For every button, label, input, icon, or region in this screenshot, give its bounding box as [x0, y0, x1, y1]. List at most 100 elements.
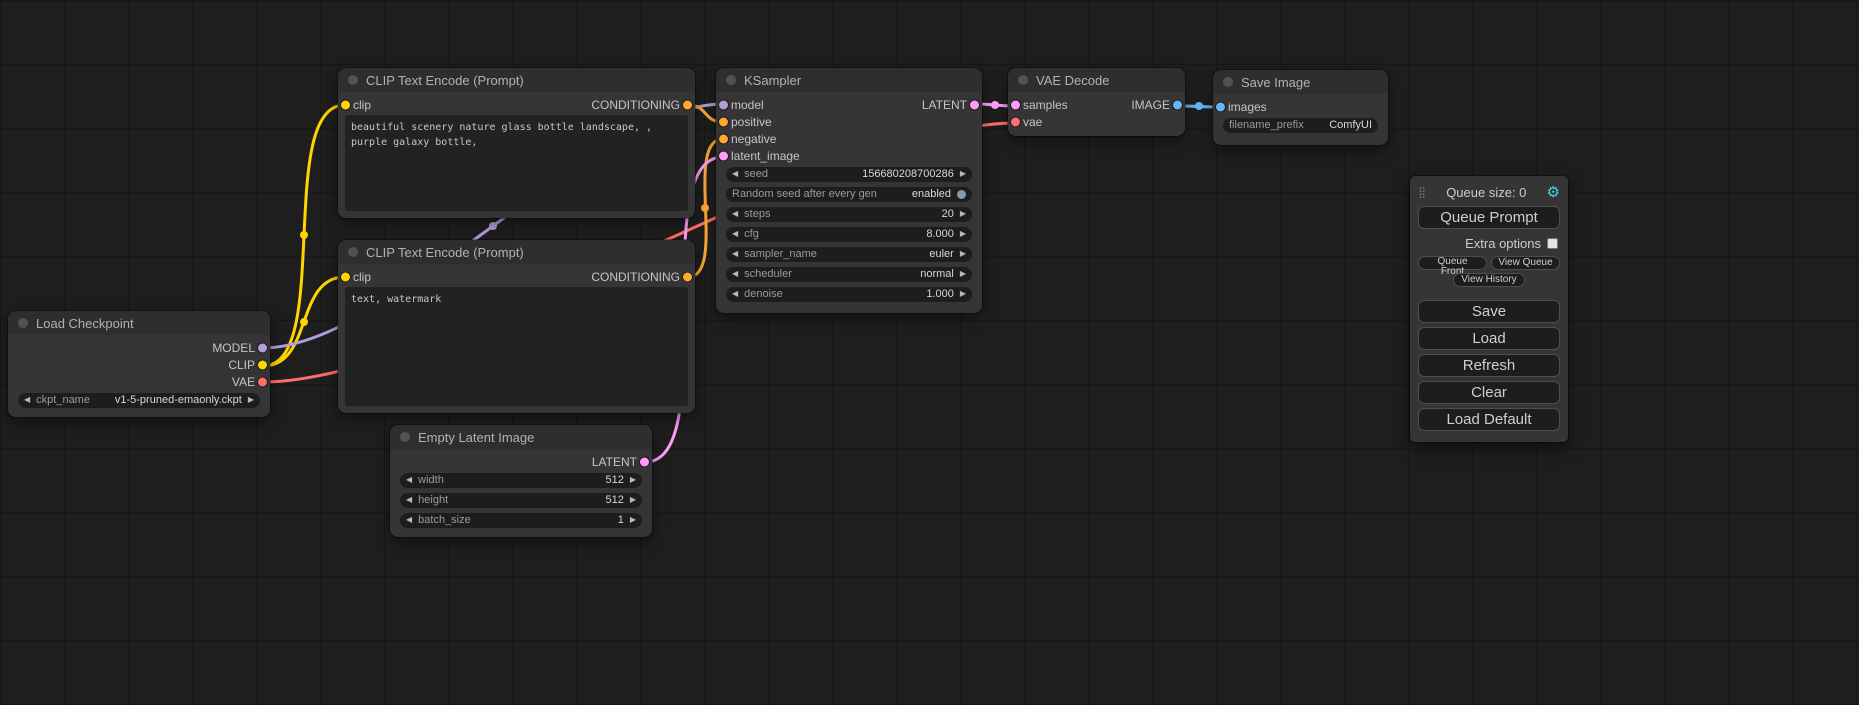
decrement-arrow-icon[interactable]: ◀: [732, 170, 738, 178]
decrement-arrow-icon[interactable]: ◀: [732, 230, 738, 238]
collapse-dot-icon[interactable]: [1223, 77, 1233, 87]
increment-arrow-icon[interactable]: ▶: [960, 290, 966, 298]
view-queue-button[interactable]: View Queue: [1491, 256, 1560, 270]
increment-arrow-icon[interactable]: ▶: [960, 270, 966, 278]
decrement-arrow-icon[interactable]: ◀: [406, 476, 412, 484]
node-clip-text-encode-positive[interactable]: CLIP Text Encode (Prompt) clip CONDITION…: [338, 68, 695, 218]
seed-widget[interactable]: ◀ seed 156680208700286 ▶: [726, 167, 972, 182]
increment-arrow-icon[interactable]: ▶: [960, 170, 966, 178]
ckpt-name-widget[interactable]: ◀ ckpt_name v1-5-pruned-emaonly.ckpt ▶: [18, 393, 260, 408]
node-title-bar[interactable]: CLIP Text Encode (Prompt): [338, 240, 695, 264]
clip-output-dot[interactable]: [258, 360, 267, 369]
sampler-name-widget[interactable]: ◀ sampler_name euler ▶: [726, 247, 972, 262]
slot-label: latent_image: [731, 149, 800, 163]
denoise-widget[interactable]: ◀ denoise 1.000 ▶: [726, 287, 972, 302]
increment-arrow-icon[interactable]: ▶: [630, 516, 636, 524]
node-vae-decode[interactable]: VAE Decode samples IMAGE vae: [1008, 68, 1185, 136]
node-save-image[interactable]: Save Image images filename_prefix ComfyU…: [1213, 70, 1388, 145]
images-input-dot[interactable]: [1216, 102, 1225, 111]
link-midpoint-dot: [300, 231, 308, 239]
width-widget[interactable]: ◀ width 512 ▶: [400, 473, 642, 488]
samples-input-dot[interactable]: [1011, 100, 1020, 109]
node-title-bar[interactable]: Load Checkpoint: [8, 311, 270, 335]
increment-arrow-icon[interactable]: ▶: [630, 496, 636, 504]
node-title: CLIP Text Encode (Prompt): [366, 73, 524, 88]
clip-input-dot[interactable]: [341, 272, 350, 281]
comfyui-canvas[interactable]: { "colors": { "model": "#B39DDB", "clip"…: [0, 0, 1859, 705]
increment-arrow-icon[interactable]: ▶: [960, 210, 966, 218]
toggle-knob-icon[interactable]: [957, 190, 966, 199]
latent-image-input-dot[interactable]: [719, 151, 728, 160]
increment-arrow-icon[interactable]: ▶: [248, 396, 254, 404]
increment-arrow-icon[interactable]: ▶: [960, 230, 966, 238]
decrement-arrow-icon[interactable]: ◀: [406, 496, 412, 504]
input-slot-images: images: [1213, 98, 1388, 115]
positive-prompt-textarea[interactable]: beautiful scenery nature glass bottle la…: [345, 115, 688, 211]
collapse-dot-icon[interactable]: [1018, 75, 1028, 85]
collapse-dot-icon[interactable]: [348, 247, 358, 257]
node-title-bar[interactable]: VAE Decode: [1008, 68, 1185, 92]
decrement-arrow-icon[interactable]: ◀: [732, 290, 738, 298]
queue-front-button[interactable]: Queue Front: [1418, 256, 1487, 270]
height-widget[interactable]: ◀ height 512 ▶: [400, 493, 642, 508]
positive-input-dot[interactable]: [719, 117, 728, 126]
save-button[interactable]: Save: [1418, 300, 1560, 323]
clear-button[interactable]: Clear: [1418, 381, 1560, 404]
slot-label: VAE: [232, 375, 255, 389]
collapse-dot-icon[interactable]: [726, 75, 736, 85]
node-title-bar[interactable]: Save Image: [1213, 70, 1388, 94]
decrement-arrow-icon[interactable]: ◀: [732, 210, 738, 218]
cfg-widget[interactable]: ◀ cfg 8.000 ▶: [726, 227, 972, 242]
node-load-checkpoint[interactable]: Load Checkpoint MODEL CLIP VAE ◀ ckpt_na…: [8, 311, 270, 417]
steps-widget[interactable]: ◀ steps 20 ▶: [726, 207, 972, 222]
increment-arrow-icon[interactable]: ▶: [960, 250, 966, 258]
slot-label: IMAGE: [1131, 98, 1170, 112]
slot-label: vae: [1023, 115, 1042, 129]
decrement-arrow-icon[interactable]: ◀: [732, 250, 738, 258]
input-slot-positive: positive: [716, 113, 982, 130]
scheduler-widget[interactable]: ◀ scheduler normal ▶: [726, 267, 972, 282]
collapse-dot-icon[interactable]: [348, 75, 358, 85]
model-output-dot[interactable]: [258, 343, 267, 352]
load-default-button[interactable]: Load Default: [1418, 408, 1560, 431]
decrement-arrow-icon[interactable]: ◀: [732, 270, 738, 278]
conditioning-output-dot[interactable]: [683, 100, 692, 109]
slot-label: negative: [731, 132, 776, 146]
settings-gear-icon[interactable]: ⚙: [1547, 185, 1560, 200]
image-output-dot[interactable]: [1173, 100, 1182, 109]
vae-output-dot[interactable]: [258, 377, 267, 386]
node-title-bar[interactable]: KSampler: [716, 68, 982, 92]
link-midpoint-dot: [489, 222, 497, 230]
refresh-button[interactable]: Refresh: [1418, 354, 1560, 377]
node-title-bar[interactable]: Empty Latent Image: [390, 425, 652, 449]
decrement-arrow-icon[interactable]: ◀: [24, 396, 30, 404]
view-history-button[interactable]: View History: [1453, 273, 1525, 287]
increment-arrow-icon[interactable]: ▶: [630, 476, 636, 484]
node-empty-latent-image[interactable]: Empty Latent Image LATENT ◀ width 512 ▶ …: [390, 425, 652, 537]
collapse-dot-icon[interactable]: [400, 432, 410, 442]
widget-label: Random seed after every gen: [732, 188, 877, 200]
negative-input-dot[interactable]: [719, 134, 728, 143]
negative-prompt-textarea[interactable]: text, watermark: [345, 287, 688, 406]
vae-input-dot[interactable]: [1011, 117, 1020, 126]
latent-output-dot[interactable]: [640, 457, 649, 466]
load-button[interactable]: Load: [1418, 327, 1560, 350]
widget-value: 156680208700286: [862, 168, 954, 180]
latent-output-dot[interactable]: [970, 100, 979, 109]
clip-input-dot[interactable]: [341, 100, 350, 109]
node-ksampler[interactable]: KSampler model LATENT positive negative …: [716, 68, 982, 313]
slot-label: LATENT: [922, 98, 967, 112]
model-input-dot[interactable]: [719, 100, 728, 109]
random-seed-toggle-widget[interactable]: Random seed after every gen enabled: [726, 187, 972, 202]
drag-handle-icon[interactable]: ⣿: [1418, 186, 1426, 199]
conditioning-output-dot[interactable]: [683, 272, 692, 281]
queue-prompt-button[interactable]: Queue Prompt: [1418, 206, 1560, 229]
filename-prefix-widget[interactable]: filename_prefix ComfyUI: [1223, 118, 1378, 133]
batch-size-widget[interactable]: ◀ batch_size 1 ▶: [400, 513, 642, 528]
node-title-bar[interactable]: CLIP Text Encode (Prompt): [338, 68, 695, 92]
extra-options-checkbox[interactable]: [1547, 238, 1558, 249]
node-clip-text-encode-negative[interactable]: CLIP Text Encode (Prompt) clip CONDITION…: [338, 240, 695, 413]
collapse-dot-icon[interactable]: [18, 318, 28, 328]
slot-row-model-latent: model LATENT: [716, 96, 982, 113]
decrement-arrow-icon[interactable]: ◀: [406, 516, 412, 524]
